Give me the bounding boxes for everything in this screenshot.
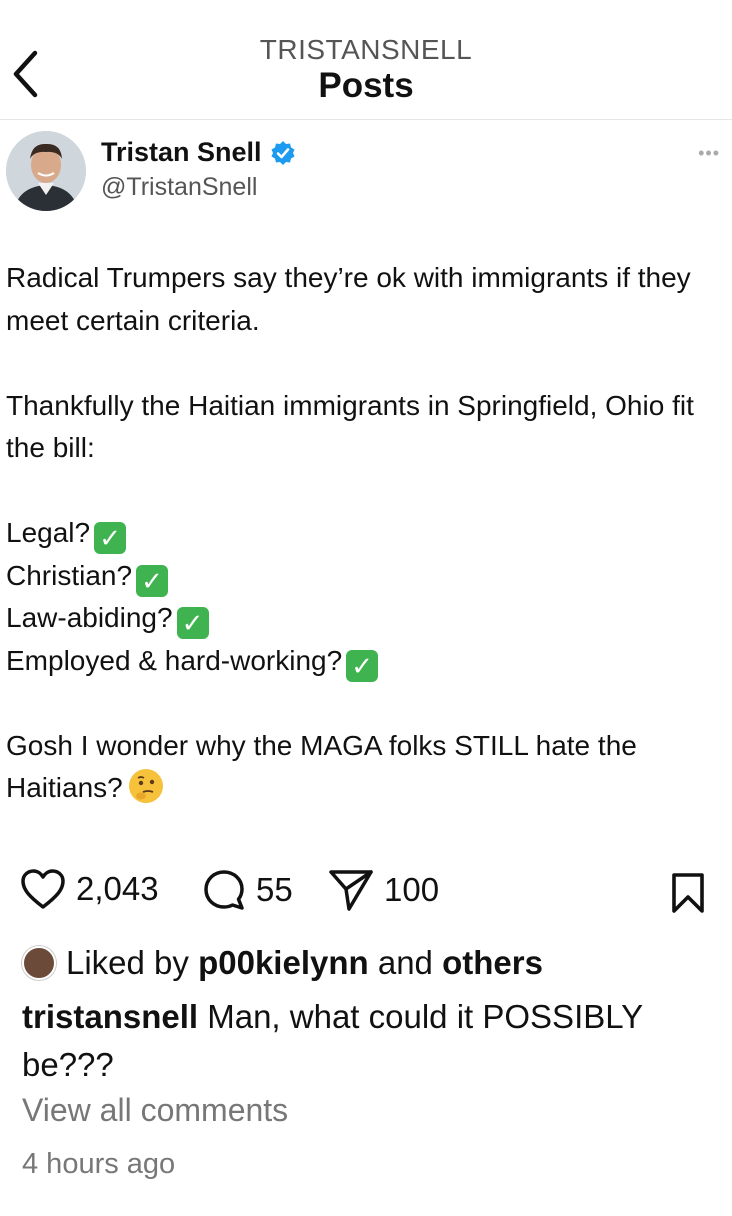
comment-button[interactable]: 55 <box>202 868 293 912</box>
liked-by-prefix: Liked by <box>66 944 189 981</box>
author-name[interactable]: Tristan Snell <box>101 137 262 168</box>
post-caption: tristansnell Man, what could it POSSIBLY… <box>22 993 712 1089</box>
top-header: TRISTANSNELL Posts <box>0 0 732 120</box>
header-divider <box>0 119 732 120</box>
liked-by-others[interactable]: others <box>442 944 543 982</box>
criteria-line-employed: Employed & hard-working? ✓ <box>6 640 722 683</box>
criteria-label: Law-abiding? <box>6 602 173 633</box>
share-count: 100 <box>384 871 440 908</box>
author-name-row: Tristan Snell <box>101 137 296 168</box>
thinking-face-icon <box>128 769 163 803</box>
header-username: TRISTANSNELL <box>259 34 473 65</box>
tweet-paragraph-3: Gosh I wonder why the MAGA folks STILL h… <box>6 729 637 803</box>
author-avatar[interactable] <box>6 131 86 211</box>
comment-bubble-icon <box>204 870 244 910</box>
share-button[interactable]: 100 <box>328 868 439 912</box>
check-mark-icon: ✓ <box>136 564 169 597</box>
liked-by-middle: and <box>377 944 433 981</box>
check-mark-icon: ✓ <box>346 649 379 682</box>
author-handle[interactable]: @TristanSnell <box>101 173 257 202</box>
action-bar: 2,043 55 100 <box>0 860 732 924</box>
criteria-line-legal: Legal? ✓ <box>6 512 722 555</box>
caption-username[interactable]: tristansnell <box>22 998 198 1035</box>
liked-by-row[interactable]: Liked by p00kielynn and others <box>22 944 543 982</box>
like-count: 2,043 <box>76 870 159 907</box>
tweet-paragraph-2: Thankfully the Haitian immigrants in Spr… <box>6 389 694 464</box>
liked-by-user[interactable]: p00kielynn <box>198 944 369 982</box>
liker-avatar <box>22 946 56 980</box>
criteria-line-christian: Christian? ✓ <box>6 555 722 598</box>
more-options-icon[interactable]: ••• <box>698 143 720 164</box>
view-all-comments-link[interactable]: View all comments <box>22 1092 288 1129</box>
comment-count: 55 <box>256 871 293 908</box>
check-mark-icon: ✓ <box>94 522 127 554</box>
post-timestamp: 4 hours ago <box>22 1148 176 1180</box>
heart-icon <box>21 869 65 909</box>
profile-photo-icon <box>6 131 86 211</box>
like-button[interactable]: 2,043 <box>20 868 159 910</box>
tweet-paragraph-1: Radical Trumpers say they’re ok with imm… <box>6 262 691 336</box>
bookmark-icon <box>672 873 704 913</box>
page-title: Posts <box>318 66 414 105</box>
tweet-text: Radical Trumpers say they’re ok with imm… <box>6 257 722 810</box>
save-button[interactable] <box>670 872 706 919</box>
check-mark-icon: ✓ <box>176 607 209 639</box>
criteria-label: Employed & hard-working? <box>6 644 343 676</box>
criteria-label: Legal? <box>6 517 91 548</box>
tweet-card: Tristan Snell @TristanSnell ••• Radical … <box>0 121 732 831</box>
criteria-line-law-abiding: Law-abiding? ✓ <box>6 597 722 640</box>
criteria-label: Christian? <box>6 559 133 591</box>
verified-badge-icon <box>271 140 295 165</box>
send-icon <box>329 870 373 911</box>
